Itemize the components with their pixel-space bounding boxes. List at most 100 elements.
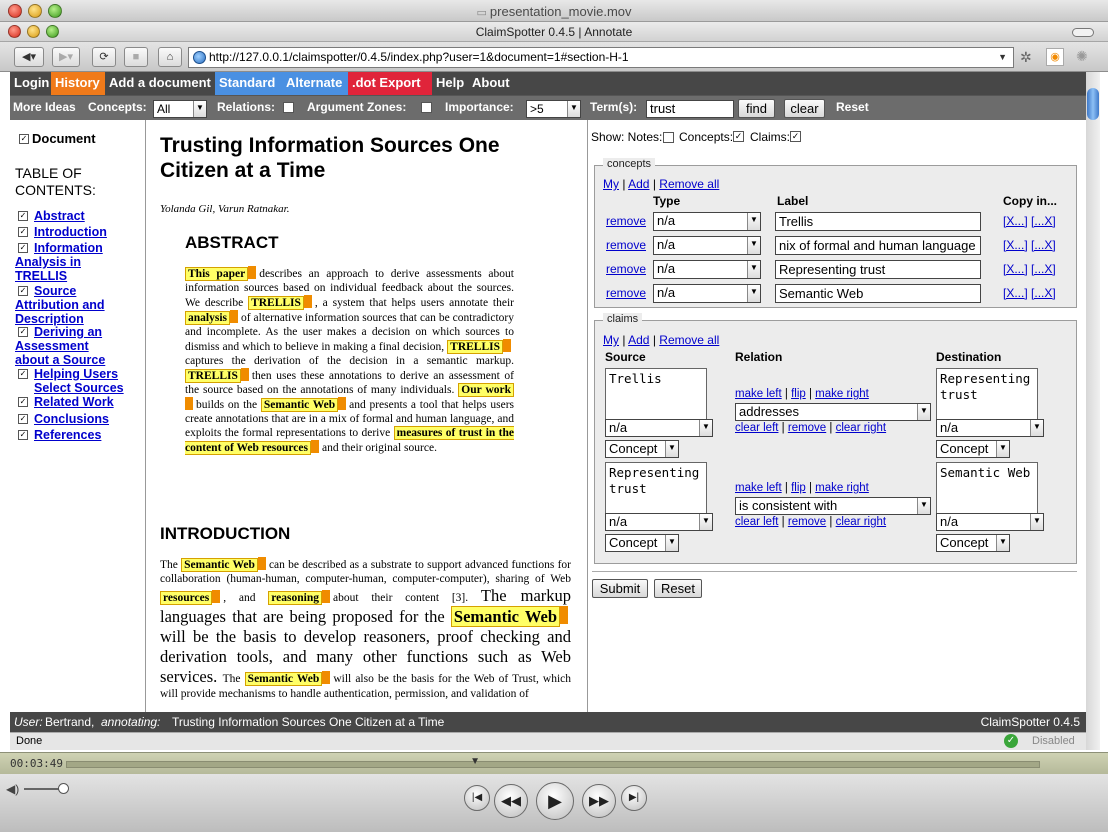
reset-link[interactable]: Reset — [836, 96, 869, 120]
highlight[interactable]: Our work — [458, 383, 515, 397]
gear-icon[interactable]: ✲ — [1020, 49, 1032, 66]
skip-end-icon[interactable]: ▶| — [621, 785, 647, 811]
highlight[interactable]: TRELLIS — [185, 369, 241, 383]
toc-item-conclusions[interactable]: Conclusions — [34, 412, 109, 426]
highlight-marker[interactable] — [321, 590, 330, 603]
argument-zones-checkbox[interactable] — [421, 102, 432, 113]
toc-item-helping-users[interactable]: Helping Users Select Sources — [34, 367, 134, 395]
menu-help[interactable]: Help — [432, 72, 468, 95]
concepts-my-link[interactable]: My — [603, 177, 619, 191]
claim-source-textarea[interactable]: Representing trust — [605, 462, 707, 514]
claim-destination-kind-select[interactable]: Concept ▼ — [936, 440, 1010, 458]
toc-checkbox[interactable]: ✓ — [18, 211, 28, 221]
claim-destination-qualifier-select[interactable]: n/a ▼ — [936, 513, 1044, 531]
highlight-marker[interactable] — [560, 606, 569, 624]
highlight-marker[interactable] — [338, 397, 347, 410]
concepts-add-link[interactable]: Add — [628, 177, 649, 191]
scrollbar-thumb[interactable] — [1087, 88, 1099, 120]
copy-before-link[interactable]: [X...] — [1003, 286, 1028, 300]
make-left-link[interactable]: make left — [735, 388, 782, 400]
skip-start-icon[interactable]: |◀ — [464, 785, 490, 811]
claim-source-kind-select[interactable]: Concept ▼ — [605, 534, 679, 552]
highlight-marker[interactable] — [310, 440, 319, 453]
toc-checkbox[interactable]: ✓ — [18, 430, 28, 440]
url-dropdown-icon[interactable]: ▼ — [998, 48, 1007, 67]
menu-alternate[interactable]: Alternate — [282, 72, 348, 95]
concept-label-input[interactable]: Trellis — [775, 212, 981, 231]
concepts-checkbox[interactable]: ✓ — [733, 131, 744, 142]
page-scrollbar[interactable] — [1086, 72, 1100, 750]
claim-destination-kind-select[interactable]: Concept ▼ — [936, 534, 1010, 552]
flip-link[interactable]: flip — [791, 388, 806, 400]
copy-after-link[interactable]: [...X] — [1031, 262, 1056, 276]
back-button[interactable]: ◀▾ — [14, 47, 44, 67]
flip-link[interactable]: flip — [791, 482, 806, 494]
stop-icon[interactable]: ■ — [124, 47, 148, 67]
highlight-marker[interactable] — [248, 266, 257, 279]
toc-item-introduction[interactable]: Introduction — [34, 225, 107, 239]
claims-my-link[interactable]: My — [603, 333, 619, 347]
concept-type-select[interactable]: n/a ▼ — [653, 236, 761, 255]
menu-add-document[interactable]: Add a document — [105, 72, 215, 95]
claim-source-qualifier-select[interactable]: n/a ▼ — [605, 419, 713, 437]
concept-label-input[interactable]: Representing trust — [775, 260, 981, 279]
clear-button[interactable]: clear — [784, 99, 825, 118]
concept-type-select[interactable]: n/a ▼ — [653, 284, 761, 303]
claim-relation-select[interactable]: addresses ▼ — [735, 403, 931, 421]
fast-forward-icon[interactable]: ▶▶ — [582, 784, 616, 818]
concept-type-select[interactable]: n/a ▼ — [653, 260, 761, 279]
toc-item-source-attribution[interactable]: Source Attribution and Description — [15, 284, 139, 326]
relations-checkbox[interactable] — [283, 102, 294, 113]
concept-type-select[interactable]: n/a ▼ — [653, 212, 761, 231]
highlight[interactable]: reasoning — [268, 591, 322, 605]
highlight[interactable]: TRELLIS — [248, 296, 304, 310]
highlight[interactable]: TRELLIS — [447, 340, 504, 354]
reset-button[interactable]: Reset — [654, 579, 702, 598]
claim-source-textarea[interactable]: Trellis — [605, 368, 707, 420]
notes-checkbox[interactable] — [663, 132, 674, 143]
play-icon[interactable]: ▶ — [536, 782, 574, 820]
clear-right-link[interactable]: clear right — [836, 422, 887, 434]
copy-after-link[interactable]: [...X] — [1031, 238, 1056, 252]
url-field[interactable]: http://127.0.0.1/claimspotter/0.4.5/inde… — [188, 47, 1014, 68]
highlight-marker[interactable] — [230, 310, 238, 323]
highlight[interactable]: Semantic Web — [244, 672, 323, 686]
concepts-filter-select[interactable]: All ▼ — [153, 100, 207, 118]
toolbar-toggle-button[interactable] — [1072, 28, 1094, 37]
highlight[interactable]: resources — [160, 591, 213, 605]
toc-checkbox[interactable]: ✓ — [18, 227, 28, 237]
menu-about[interactable]: About — [468, 72, 516, 95]
playhead-marker[interactable]: ▼ — [470, 756, 480, 767]
claim-source-qualifier-select[interactable]: n/a ▼ — [605, 513, 713, 531]
menu-dot-export[interactable]: .dot Export — [348, 72, 432, 95]
clear-left-link[interactable]: clear left — [735, 422, 778, 434]
toc-item-information-analysis[interactable]: Information Analysis in TRELLIS — [15, 241, 130, 283]
terms-input[interactable]: trust — [646, 100, 734, 118]
find-button[interactable]: find — [738, 99, 775, 118]
make-left-link[interactable]: make left — [735, 482, 782, 494]
rss-icon[interactable]: ◉ — [1046, 48, 1064, 66]
importance-select[interactable]: >5 ▼ — [526, 100, 581, 118]
menu-login[interactable]: Login — [10, 72, 51, 95]
highlight-marker[interactable] — [212, 590, 221, 603]
make-right-link[interactable]: make right — [815, 388, 869, 400]
claim-relation-select[interactable]: is consistent with ▼ — [735, 497, 931, 515]
clear-right-link[interactable]: clear right — [836, 516, 887, 528]
copy-after-link[interactable]: [...X] — [1031, 286, 1056, 300]
concept-label-input[interactable]: nix of formal and human language — [775, 236, 981, 255]
claim-remove-link[interactable]: remove — [788, 422, 826, 434]
concept-remove-link[interactable]: remove — [606, 238, 646, 252]
timeline-track[interactable] — [66, 761, 1040, 768]
copy-before-link[interactable]: [X...] — [1003, 214, 1028, 228]
highlight[interactable]: Semantic Web — [181, 558, 258, 572]
concepts-remove-all-link[interactable]: Remove all — [659, 177, 719, 191]
copy-after-link[interactable]: [...X] — [1031, 214, 1056, 228]
claim-remove-link[interactable]: remove — [788, 516, 826, 528]
concept-remove-link[interactable]: remove — [606, 214, 646, 228]
toc-checkbox[interactable]: ✓ — [18, 369, 28, 379]
highlight[interactable]: Semantic Web — [260, 398, 339, 412]
claims-checkbox[interactable]: ✓ — [790, 131, 801, 142]
highlight-marker[interactable] — [303, 295, 312, 308]
claim-destination-qualifier-select[interactable]: n/a ▼ — [936, 419, 1044, 437]
highlight[interactable]: Semantic Web — [450, 606, 561, 627]
